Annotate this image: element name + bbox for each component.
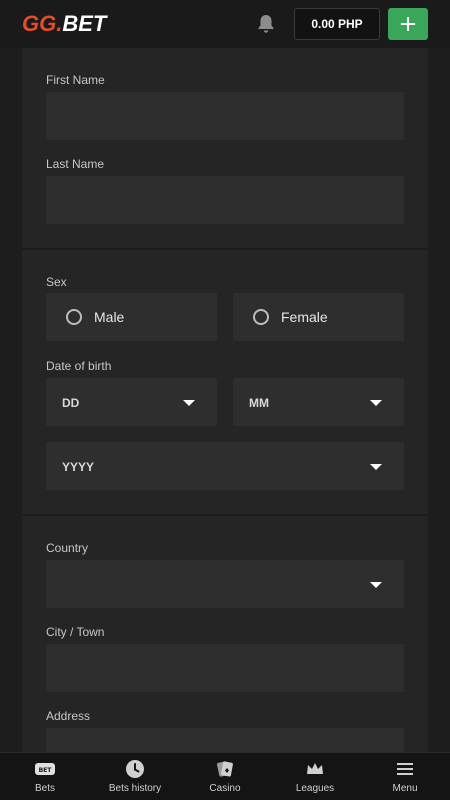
sex-option-male[interactable]: Male (46, 293, 217, 341)
chevron-down-icon (370, 582, 382, 588)
nav-label-bets-history: Bets history (108, 783, 162, 794)
radio-circle-icon[interactable] (253, 309, 269, 325)
logo-gg-text: GG (22, 11, 57, 36)
nav-item-menu[interactable]: Menu (360, 753, 450, 800)
male-label: Male (94, 309, 125, 325)
sex-dob-section: Sex Male Female Date of birth DD MM YYYY (22, 250, 428, 514)
hamburger-icon (395, 759, 415, 779)
clock-icon (125, 759, 145, 779)
nav-item-bets[interactable]: BET Bets (0, 753, 90, 800)
svg-text:BET: BET (39, 767, 53, 774)
dob-month-select[interactable]: MM (233, 378, 404, 426)
dob-day-select[interactable]: DD (46, 378, 217, 426)
dob-month-value: MM (249, 396, 269, 410)
address-section: Country City / Town Address (22, 516, 428, 752)
nav-label-menu: Menu (392, 783, 418, 794)
dob-year-value: YYYY (62, 460, 95, 474)
dob-year-select[interactable]: YYYY (46, 442, 404, 490)
logo-bet-text: BET (62, 11, 107, 36)
radio-circle-icon[interactable] (66, 309, 82, 325)
chevron-down-icon (370, 400, 382, 406)
chevron-down-icon (183, 400, 195, 406)
bell-icon[interactable] (254, 12, 278, 36)
crown-icon (305, 759, 325, 779)
address-field[interactable] (46, 728, 404, 752)
last-name-field[interactable] (46, 176, 404, 224)
last-name-label: Last Name (46, 157, 105, 171)
bottom-navigation: BET Bets Bets history Casino Leagues Men… (0, 752, 450, 800)
nav-item-bets-history[interactable]: Bets history (90, 753, 180, 800)
nav-label-leagues: Leagues (295, 783, 335, 794)
bet-ticket-icon: BET (35, 759, 55, 779)
dob-label: Date of birth (46, 359, 112, 373)
female-label: Female (281, 309, 328, 325)
top-header: GG.BET 0.00 PHP (0, 0, 450, 48)
personal-name-section: First Name Last Name (22, 48, 428, 248)
city-label: City / Town (46, 625, 105, 639)
nav-label-casino: Casino (209, 783, 241, 794)
deposit-plus-button[interactable] (388, 8, 428, 40)
sex-label: Sex (46, 275, 67, 289)
nav-item-leagues[interactable]: Leagues (270, 753, 360, 800)
country-select[interactable] (46, 560, 404, 608)
nav-item-casino[interactable]: Casino (180, 753, 270, 800)
sex-option-female[interactable]: Female (233, 293, 404, 341)
first-name-field[interactable] (46, 92, 404, 140)
nav-label-bets: Bets (34, 783, 55, 794)
country-label: Country (46, 541, 89, 555)
balance-button[interactable]: 0.00 PHP (294, 8, 380, 40)
ggbet-logo[interactable]: GG.BET (22, 12, 106, 36)
address-label: Address (46, 709, 91, 723)
chevron-down-icon (370, 464, 382, 470)
city-field[interactable] (46, 644, 404, 692)
dob-day-value: DD (62, 396, 80, 410)
cards-icon (215, 759, 235, 779)
first-name-label: First Name (46, 73, 105, 87)
